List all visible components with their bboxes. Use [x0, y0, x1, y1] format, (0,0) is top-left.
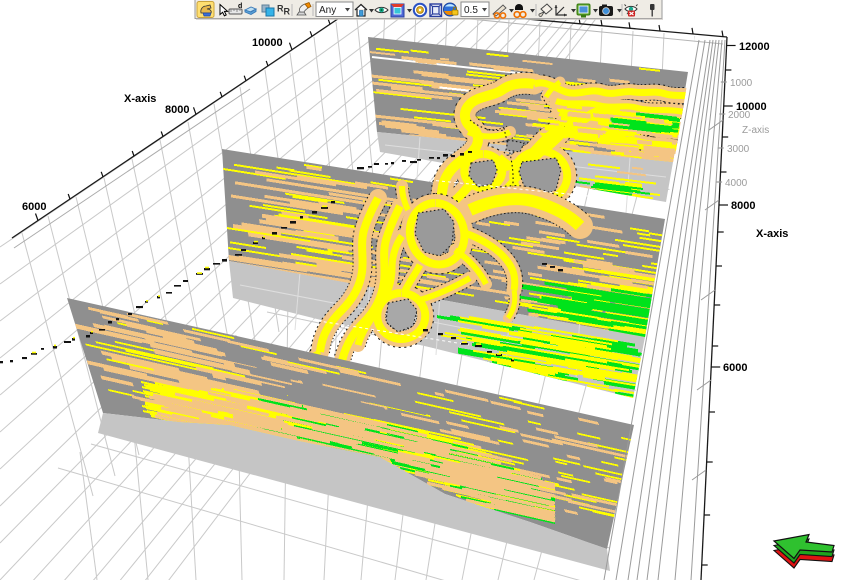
svg-text:Any: Any [319, 5, 336, 16]
svg-text:d: d [238, 3, 242, 10]
svg-text:1000: 1000 [730, 78, 753, 89]
svg-text:Z-axis: Z-axis [742, 125, 769, 136]
svg-text:4000: 4000 [725, 178, 748, 189]
svg-text:X-axis: X-axis [756, 228, 788, 240]
svg-text:3000: 3000 [727, 144, 750, 155]
svg-text:8000: 8000 [731, 200, 755, 212]
svg-text:10000: 10000 [252, 37, 283, 49]
svg-text:12000: 12000 [739, 41, 770, 53]
svg-text:X-axis: X-axis [124, 93, 156, 105]
svg-text:8000: 8000 [165, 104, 189, 116]
svg-text:0.5: 0.5 [464, 5, 478, 16]
svg-text:6000: 6000 [723, 362, 747, 374]
svg-text:6000: 6000 [22, 201, 46, 213]
svg-text:R: R [284, 7, 291, 17]
svg-text:2000: 2000 [728, 110, 751, 121]
